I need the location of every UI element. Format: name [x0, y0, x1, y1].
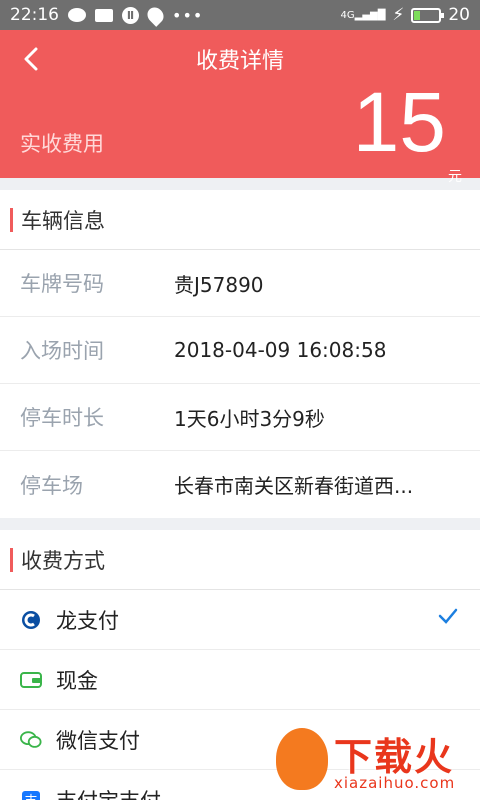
- watermark: 下载火 xiazaihuo.com: [276, 724, 476, 798]
- battery-percent: 20: [448, 5, 470, 25]
- payment-option-label: 微信支付: [56, 728, 140, 753]
- payment-option-label: 龙支付: [56, 608, 119, 633]
- section-title: 车辆信息: [21, 208, 105, 233]
- info-label: 停车场: [20, 473, 83, 498]
- payment-option-label: 现金: [56, 668, 98, 693]
- signal-icon: 4G▂▄▆█: [340, 9, 386, 21]
- svg-text:支: 支: [24, 794, 37, 800]
- header: 收费详情 实收费用 15 元: [0, 30, 480, 185]
- info-value: 2018-04-09 16:08:58: [174, 338, 387, 362]
- alipay-icon: 支: [20, 789, 42, 800]
- section-header: 车辆信息: [0, 190, 480, 250]
- more-dots-icon: •••: [172, 5, 204, 25]
- page-title: 收费详情: [195, 49, 284, 74]
- watermark-title: 下载火: [334, 735, 455, 779]
- info-value: 贵J57890: [174, 272, 264, 297]
- charging-icon: ⚡: [392, 5, 405, 25]
- accent-bar: [10, 547, 13, 572]
- status-time: 22:16: [10, 5, 59, 25]
- app-icon: Ⅱ: [122, 6, 139, 24]
- info-label: 车牌号码: [20, 272, 104, 296]
- check-icon: [438, 608, 458, 628]
- ccb-icon: [20, 609, 42, 631]
- payment-option-longpay[interactable]: 龙支付: [0, 590, 480, 650]
- info-label: 入场时间: [20, 339, 104, 363]
- info-row-parking-lot: 停车场 长春市南关区新春街道西...: [0, 451, 480, 518]
- battery-fill: [414, 10, 420, 20]
- wallet-icon: [20, 669, 42, 691]
- location-icon: [144, 3, 167, 27]
- fee-amount: 15: [352, 75, 446, 169]
- status-bar: 22:16 Ⅱ ••• 4G▂▄▆█ ⚡ 20: [0, 0, 480, 30]
- flame-logo-icon: [276, 728, 328, 790]
- network-type: 4G: [340, 9, 355, 21]
- mail-icon: [95, 8, 113, 22]
- accent-bar: [10, 207, 13, 232]
- fee-unit: 元: [448, 169, 462, 185]
- info-value: 长春市南关区新春街道西...: [174, 474, 414, 498]
- section-header: 收费方式: [0, 530, 480, 590]
- watermark-url: xiazaihuo.com: [334, 774, 456, 792]
- battery-icon: [411, 7, 445, 23]
- info-row-entry-time: 入场时间 2018-04-09 16:08:58: [0, 317, 480, 384]
- info-row-duration: 停车时长 1天6小时3分9秒: [0, 384, 480, 451]
- fee-label: 实收费用: [20, 132, 104, 156]
- payment-option-cash[interactable]: 现金: [0, 650, 480, 710]
- wechat-icon: [20, 729, 42, 751]
- vehicle-info-section: 车辆信息 车牌号码 贵J57890 入场时间 2018-04-09 16:08:…: [0, 190, 480, 518]
- chat-bubble-icon: [68, 8, 86, 22]
- payment-option-label: 支付宝支付: [56, 785, 161, 800]
- info-row-plate: 车牌号码 贵J57890: [0, 250, 480, 317]
- info-label: 停车时长: [20, 406, 104, 430]
- info-value: 1天6小时3分9秒: [174, 406, 325, 431]
- section-title: 收费方式: [21, 548, 105, 573]
